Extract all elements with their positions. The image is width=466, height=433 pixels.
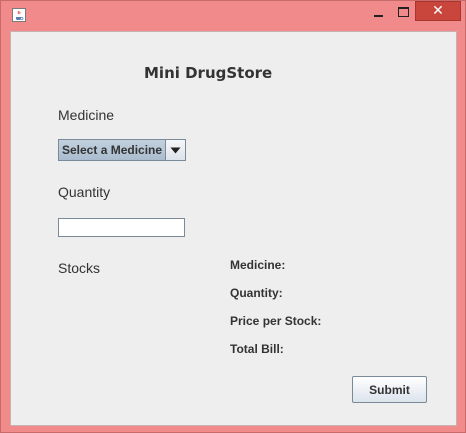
maximize-icon bbox=[397, 7, 409, 17]
medicine-select-value: Select a Medicine bbox=[62, 143, 163, 157]
java-coffee-icon bbox=[12, 8, 26, 22]
title-bar[interactable]: ✕ bbox=[1, 1, 465, 31]
close-icon: ✕ bbox=[432, 3, 444, 19]
minimize-icon bbox=[373, 15, 383, 17]
summary-quantity-label: Quantity: bbox=[230, 286, 283, 300]
chevron-down-icon bbox=[170, 147, 181, 153]
maximize-button[interactable] bbox=[391, 1, 415, 23]
quantity-label: Quantity bbox=[58, 184, 111, 200]
summary-total-bill-label: Total Bill: bbox=[230, 342, 284, 356]
submit-button[interactable]: Submit bbox=[352, 376, 427, 403]
close-button[interactable]: ✕ bbox=[415, 1, 461, 21]
summary-price-per-stock-label: Price per Stock: bbox=[230, 314, 322, 328]
summary-medicine-label: Medicine: bbox=[230, 258, 286, 272]
medicine-select[interactable]: Select a Medicine bbox=[58, 139, 186, 161]
dropdown-arrow-button[interactable] bbox=[165, 140, 185, 160]
medicine-label: Medicine bbox=[58, 107, 115, 123]
minimize-button[interactable] bbox=[365, 1, 391, 23]
app-window: ✕ Mini DrugStore Medicine Select a Medic… bbox=[0, 0, 466, 433]
page-title: Mini DrugStore bbox=[144, 64, 273, 82]
stocks-label: Stocks bbox=[58, 260, 101, 276]
quantity-input[interactable] bbox=[58, 218, 185, 237]
